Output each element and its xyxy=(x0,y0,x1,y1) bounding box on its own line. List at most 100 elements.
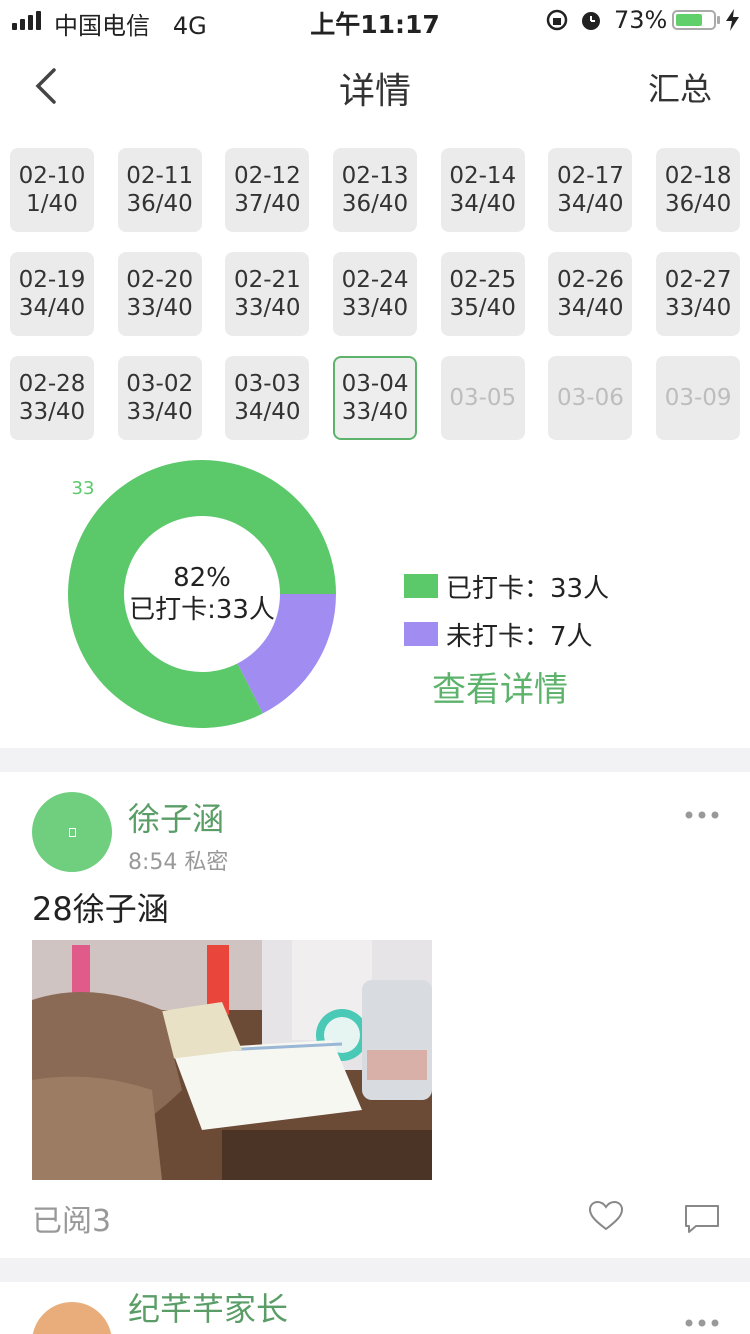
checkin-chart: 33 82% 已打卡:33人 已打卡： 33人 未打卡： 7人 查看详情 xyxy=(0,452,750,742)
date-label: 02-13 xyxy=(341,163,409,189)
post-author[interactable]: 徐子涵 xyxy=(128,794,224,840)
checkin-count: 34/40 xyxy=(234,399,301,425)
section-divider xyxy=(0,748,750,772)
date-cell-03-02[interactable]: 03-02 33/40 xyxy=(117,356,202,440)
date-cell-02-25[interactable]: 02-25 35/40 xyxy=(440,252,525,336)
slice-label: 33 xyxy=(72,478,95,499)
post-photo[interactable] xyxy=(32,940,432,1180)
date-cell-03-04[interactable]: 03-04 33/40 xyxy=(333,356,418,440)
date-cell-02-27[interactable]: 02-27 33/40 xyxy=(656,252,741,336)
checkin-count: 33/40 xyxy=(126,295,193,321)
center-label: 已打卡:33人 xyxy=(129,595,275,625)
date-label: 03-09 xyxy=(664,385,732,411)
post-text: 28徐子涵 xyxy=(32,890,169,928)
date-cell-02-28[interactable]: 02-28 33/40 xyxy=(10,356,94,440)
date-cell-02-19[interactable]: 02-19 34/40 xyxy=(10,252,94,336)
legend-label: 已打卡： xyxy=(446,573,551,604)
date-label: 02-11 xyxy=(126,163,194,189)
checkin-count: 1/40 xyxy=(26,191,78,217)
summary-button[interactable]: 汇总 xyxy=(648,64,712,110)
post-privacy: 私密 xyxy=(184,850,229,875)
checkin-count: 36/40 xyxy=(126,191,193,217)
date-cell-03-09[interactable]: 03-09 xyxy=(656,356,741,440)
date-cell-02-12[interactable]: 02-12 37/40 xyxy=(225,148,310,232)
post-time: 8:54 xyxy=(128,850,178,875)
date-label: 02-26 xyxy=(557,267,624,293)
checkin-count: 33/40 xyxy=(664,295,732,321)
checkin-count: 34/40 xyxy=(18,295,86,321)
date-label: 02-27 xyxy=(664,267,732,293)
legend-item: 未打卡： 7人 xyxy=(404,610,609,658)
date-cell-02-14[interactable]: 02-14 34/40 xyxy=(440,148,525,232)
checkin-count: 36/40 xyxy=(664,191,732,217)
date-label: 02-21 xyxy=(233,267,301,293)
date-cell-02-11[interactable]: 02-11 36/40 xyxy=(117,148,202,232)
date-label: 03-04 xyxy=(341,371,409,397)
checkin-count: 34/40 xyxy=(557,191,624,217)
battery-icon xyxy=(672,10,716,30)
section-divider xyxy=(0,1258,750,1282)
battery-percent: 73% xyxy=(614,6,668,34)
lock-rotation-alarm-icons xyxy=(546,9,600,31)
legend-swatch xyxy=(404,622,438,646)
post-meta: 8:54 私密 xyxy=(128,844,228,876)
date-cell-02-17[interactable]: 02-17 34/40 xyxy=(548,148,633,232)
checkin-count: 35/40 xyxy=(449,295,516,321)
date-cell-02-21[interactable]: 02-21 33/40 xyxy=(225,252,310,336)
legend-item: 已打卡： 33人 xyxy=(404,562,609,610)
date-cell-02-10[interactable]: 02-10 1/40 xyxy=(10,148,94,232)
date-cell-03-03[interactable]: 03-03 34/40 xyxy=(225,356,310,440)
avatar[interactable] xyxy=(32,1302,112,1334)
date-cell-02-13[interactable]: 02-13 36/40 xyxy=(333,148,418,232)
date-cell-02-20[interactable]: 02-20 33/40 xyxy=(117,252,202,336)
date-label: 02-12 xyxy=(233,163,301,189)
date-label: 02-24 xyxy=(341,267,409,293)
date-label: 02-25 xyxy=(449,267,517,293)
checkin-count: 33/40 xyxy=(18,399,86,425)
date-label: 02-18 xyxy=(664,163,732,189)
date-cell-03-06[interactable]: 03-06 xyxy=(548,356,633,440)
date-label: 02-17 xyxy=(557,163,624,189)
heart-icon[interactable] xyxy=(588,1200,624,1232)
more-icon[interactable] xyxy=(684,810,720,820)
nav-bar: 详情 汇总 xyxy=(0,40,750,130)
checkin-count: 33/40 xyxy=(341,295,409,321)
date-label: 03-02 xyxy=(126,371,194,397)
battery-tip xyxy=(717,16,720,24)
checkin-count: 33/40 xyxy=(234,295,301,321)
view-details-link[interactable]: 查看详情 xyxy=(432,662,568,711)
checkin-count: 33/40 xyxy=(126,399,193,425)
checkin-count: 34/40 xyxy=(557,295,624,321)
date-label: 02-14 xyxy=(449,163,517,189)
legend-value: 33人 xyxy=(550,573,610,604)
date-label: 02-10 xyxy=(18,163,86,189)
date-cell-02-18[interactable]: 02-18 36/40 xyxy=(656,148,741,232)
date-label: 02-19 xyxy=(18,267,86,293)
date-cell-02-24[interactable]: 02-24 33/40 xyxy=(333,252,418,336)
date-label: 03-03 xyxy=(233,371,301,397)
legend-value: 7人 xyxy=(550,621,593,652)
legend-label: 未打卡： xyxy=(446,621,551,652)
checkin-count: 37/40 xyxy=(234,191,301,217)
read-count[interactable]: 已阅3 xyxy=(32,1196,111,1240)
comment-icon[interactable] xyxy=(684,1204,720,1234)
legend-swatch xyxy=(404,574,438,598)
date-label: 02-20 xyxy=(126,267,194,293)
post-card: 纪芊芊家长 xyxy=(0,1282,750,1334)
date-cell-02-26[interactable]: 02-26 34/40 xyxy=(548,252,633,336)
post-card: 徐子涵 8:54 私密 28徐子涵 已阅3 xyxy=(0,772,750,1256)
donut-chart: 33 82%已打卡:33人 xyxy=(67,460,336,728)
date-label: 03-05 xyxy=(449,385,517,411)
more-icon[interactable] xyxy=(684,1318,720,1328)
date-label: 03-06 xyxy=(557,385,624,411)
checkin-count: 33/40 xyxy=(341,399,409,425)
avatar[interactable] xyxy=(32,792,112,872)
post-author[interactable]: 纪芊芊家长 xyxy=(128,1284,288,1330)
date-cell-03-05[interactable]: 03-05 xyxy=(440,356,525,440)
date-label: 02-28 xyxy=(18,371,86,397)
charging-icon xyxy=(726,9,739,31)
status-bar: 中国电信 4G 上午11:17 73% xyxy=(0,0,750,40)
center-percent: 82% xyxy=(173,563,231,593)
page-title: 详情 xyxy=(338,71,411,112)
chart-legend: 已打卡： 33人 未打卡： 7人 xyxy=(404,562,609,658)
